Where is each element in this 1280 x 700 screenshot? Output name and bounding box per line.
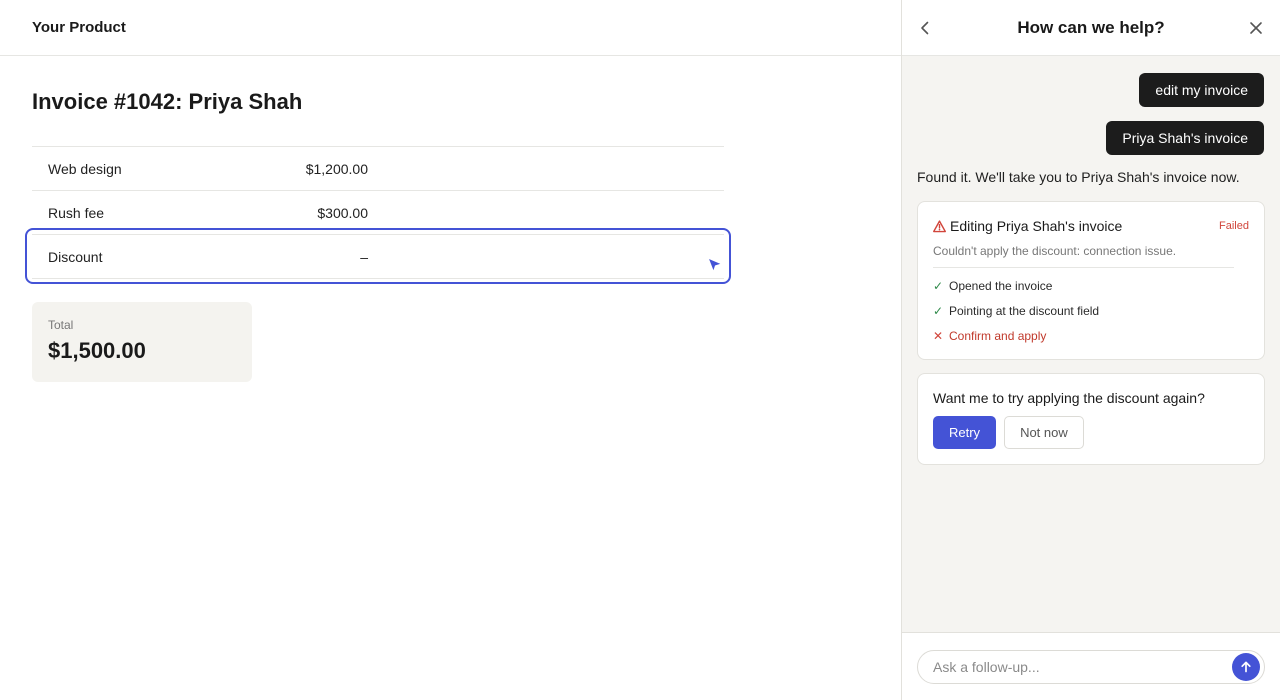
main-app: Your Product Invoice #1042: Priya Shah W…	[0, 0, 901, 700]
not-now-button[interactable]: Not now	[1004, 416, 1084, 449]
brand-name[interactable]: Your Product	[32, 19, 126, 36]
chevron-left-icon	[921, 21, 929, 35]
task-step: ✓ Pointing at the discount field	[933, 298, 1249, 323]
task-status-card: Editing Priya Shah's invoice Failed Coul…	[917, 201, 1265, 360]
send-button[interactable]	[1232, 653, 1260, 681]
x-icon: ✕	[933, 328, 944, 343]
line-item-amount: $1,200.00	[305, 161, 368, 177]
composer	[902, 632, 1280, 700]
agent-cursor-icon	[707, 257, 723, 273]
line-item-description: Rush fee	[48, 205, 105, 221]
line-item-description: Web design	[48, 161, 122, 177]
discount-amount-field[interactable]: –	[232, 235, 368, 279]
warning-icon	[933, 219, 946, 232]
check-icon: ✓	[933, 303, 944, 318]
retry-question: Want me to try applying the discount aga…	[933, 390, 1205, 406]
user-message: edit my invoice	[1139, 73, 1264, 107]
line-item-discount[interactable]: Discount –	[32, 235, 724, 279]
total-card: Total $1,500.00	[32, 302, 252, 382]
task-header: Editing Priya Shah's invoice Failed	[933, 218, 1249, 234]
task-error-message: Couldn't apply the discount: connection …	[933, 244, 1234, 268]
arrow-up-icon	[1241, 661, 1251, 673]
task-steps: ✓ Opened the invoice ✓ Pointing at the d…	[933, 273, 1249, 348]
retry-button[interactable]: Retry	[933, 416, 997, 449]
total-label: Total	[48, 318, 74, 332]
user-message: Priya Shah's invoice	[1106, 121, 1264, 155]
retry-card: Want me to try applying the discount aga…	[917, 373, 1265, 465]
task-title: Editing Priya Shah's invoice	[950, 218, 1123, 234]
top-bar: Your Product	[0, 0, 901, 56]
task-status-badge: Failed	[1219, 220, 1249, 232]
panel-header: How can we help?	[902, 0, 1280, 56]
total-value: $1,500.00	[48, 338, 146, 363]
back-button[interactable]	[915, 18, 935, 38]
retry-actions: Retry Not now	[933, 416, 1249, 449]
line-item-description: Discount	[48, 249, 103, 265]
assistant-message: Found it. We'll take you to Priya Shah's…	[917, 169, 1240, 185]
panel-title: How can we help?	[1017, 17, 1165, 37]
task-step-label: Pointing at the discount field	[949, 303, 1100, 318]
line-item-rush-fee[interactable]: Rush fee $300.00	[32, 191, 724, 235]
task-step: ✕ Confirm and apply	[933, 323, 1249, 348]
task-step-label: Opened the invoice	[949, 278, 1053, 293]
line-item-amount: $300.00	[317, 205, 368, 221]
follow-up-input[interactable]	[917, 650, 1265, 684]
check-icon: ✓	[933, 278, 944, 293]
line-item-web-design[interactable]: Web design $1,200.00	[32, 147, 724, 191]
close-icon	[1250, 22, 1262, 34]
task-step-label: Confirm and apply	[949, 328, 1047, 343]
help-panel: How can we help? edit my invoice Priya S…	[901, 0, 1280, 700]
page-title: Invoice #1042: Priya Shah	[32, 89, 303, 114]
task-step: ✓ Opened the invoice	[933, 273, 1249, 298]
close-button[interactable]	[1246, 18, 1266, 38]
line-items-table: Web design $1,200.00 Rush fee $300.00 Di…	[32, 146, 724, 279]
